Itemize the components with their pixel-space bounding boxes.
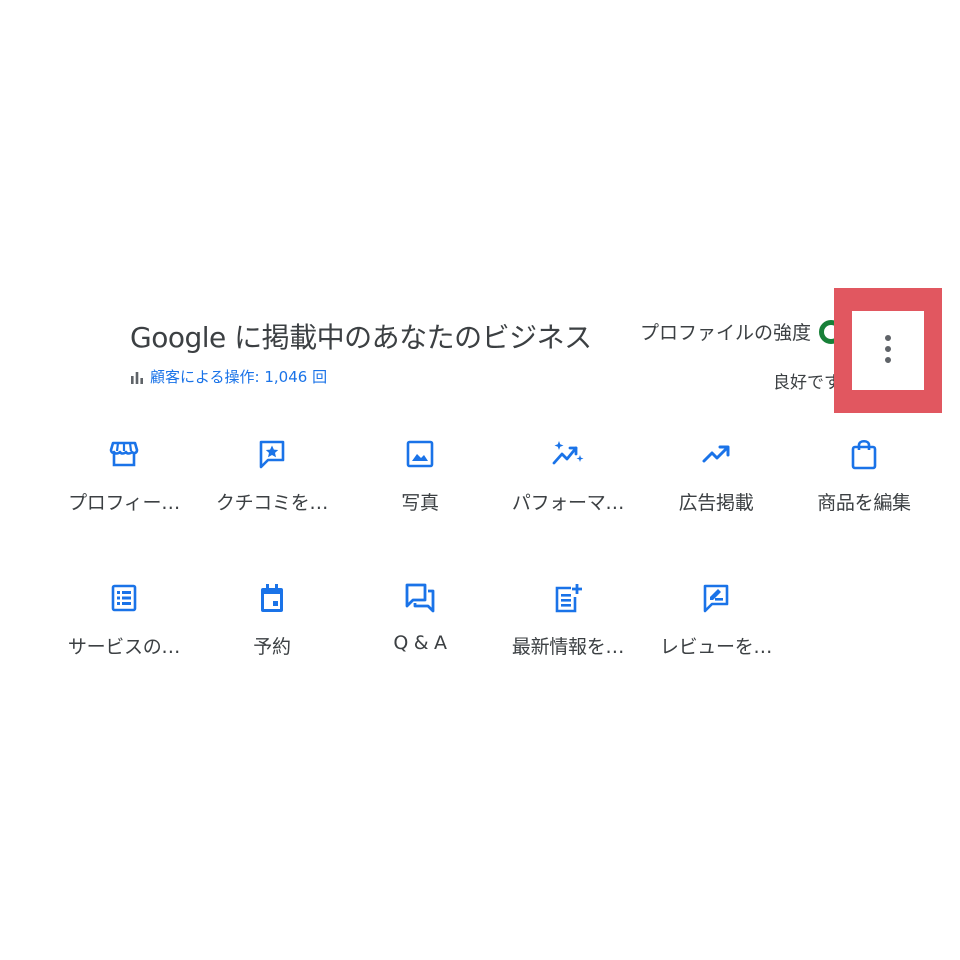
quick-actions-grid: プロフィー… クチコミを… 写真 パフォーマ… 広告掲載 商品を編集 サービスの… (50, 428, 940, 678)
business-profile-card: Google に掲載中のあなたのビジネス 顧客による操作: 1,046 回 プロ… (0, 0, 960, 960)
forum-icon (400, 578, 440, 618)
shopping-bag-icon (844, 434, 884, 474)
action-services[interactable]: サービスの… (50, 572, 198, 678)
action-reviews-label: クチコミを… (215, 492, 329, 514)
post-add-icon (548, 578, 588, 618)
action-performance[interactable]: パフォーマ… (494, 428, 642, 534)
action-ask-reviews-label: レビューを… (659, 636, 773, 658)
action-bookings[interactable]: 予約 (198, 572, 346, 678)
action-ads[interactable]: 広告掲載 (642, 428, 790, 534)
calendar-icon (252, 578, 292, 618)
action-services-label: サービスの… (67, 636, 181, 658)
action-photos-label: 写真 (401, 492, 439, 514)
action-profile[interactable]: プロフィー… (50, 428, 198, 534)
action-profile-label: プロフィー… (68, 492, 180, 514)
list-alt-icon (104, 578, 144, 618)
more-vert-icon (884, 334, 892, 368)
action-products-label: 商品を編集 (817, 492, 911, 514)
photo-icon (400, 434, 440, 474)
action-qa[interactable]: Q & A (346, 572, 494, 678)
action-updates[interactable]: 最新情報を… (494, 572, 642, 678)
page-title: Google に掲載中のあなたのビジネス (130, 321, 592, 354)
review-star-icon (252, 434, 292, 474)
action-qa-label: Q & A (393, 632, 447, 654)
rate-review-icon (696, 578, 736, 618)
more-options-button[interactable] (852, 311, 924, 390)
bar-chart-icon (130, 370, 144, 384)
action-products[interactable]: 商品を編集 (790, 428, 938, 534)
customer-interactions-link[interactable]: 顧客による操作: 1,046 回 (130, 366, 327, 387)
customer-interactions-label: 顧客による操作: 1,046 回 (150, 368, 328, 386)
action-reviews[interactable]: クチコミを… (198, 428, 346, 534)
profile-strength-label: プロファイルの強度 (640, 322, 812, 344)
action-performance-label: パフォーマ… (511, 492, 625, 514)
profile-strength[interactable]: プロファイルの強度 (640, 318, 844, 345)
profile-strength-status: 良好です (773, 373, 841, 393)
action-ads-label: 広告掲載 (678, 492, 754, 514)
action-ask-reviews[interactable]: レビューを… (642, 572, 790, 678)
action-updates-label: 最新情報を… (511, 636, 625, 658)
action-bookings-label: 予約 (253, 636, 291, 658)
sparkle-trend-icon (548, 434, 588, 474)
action-photos[interactable]: 写真 (346, 428, 494, 534)
trending-up-icon (696, 434, 736, 474)
storefront-icon (104, 434, 144, 474)
